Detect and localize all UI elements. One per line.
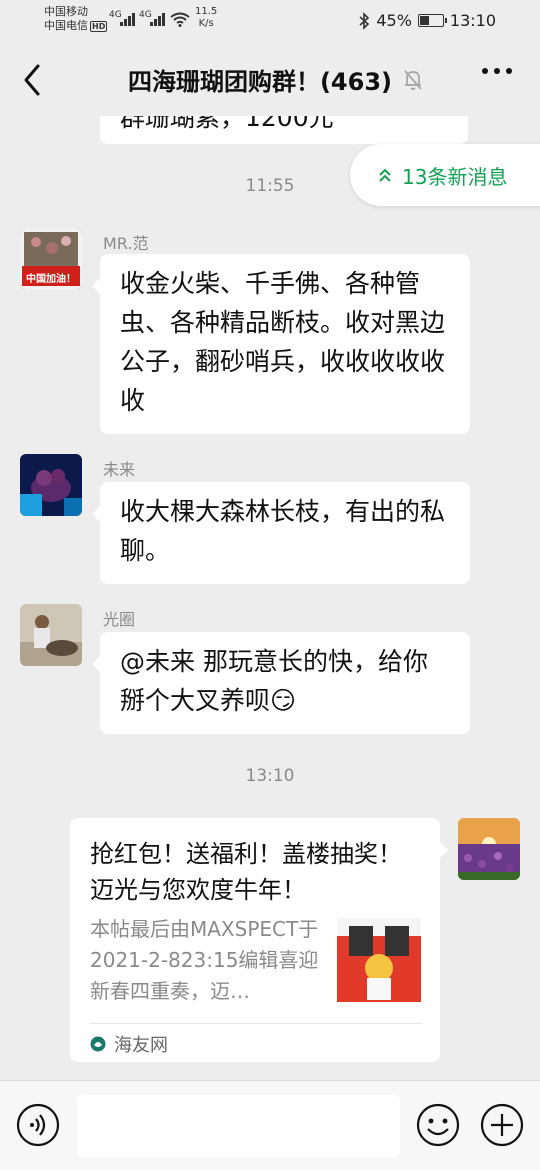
- new-messages-button[interactable]: 13条新消息: [350, 144, 540, 206]
- card-source-label: 海友网: [114, 1035, 168, 1056]
- chat-area[interactable]: 群珊瑚素，1200元 13条新消息 11:55 中国加油！ MR.范 收金火柴、…: [0, 116, 540, 1080]
- bluetooth-icon: [359, 11, 370, 30]
- battery-icon: [417, 14, 447, 27]
- avatar-image: [20, 604, 82, 666]
- signal-icon-2: [150, 12, 165, 26]
- new-messages-label: 13条新消息: [402, 164, 508, 189]
- status-bar: 中国移动 中国电信 HD 4G 4G 11.5 K/s 45% 13:10: [0, 0, 540, 44]
- avatar[interactable]: 中国加油！: [20, 228, 82, 290]
- card-title: 抢红包！送福利！盖楼抽奖！迈光与您欢度牛年！: [90, 840, 402, 904]
- hd-badge: HD: [90, 21, 108, 32]
- more-icon[interactable]: [482, 68, 512, 74]
- mute-bell-icon: [404, 70, 422, 90]
- carrier-2: 中国电信: [44, 19, 88, 32]
- double-chevron-up-icon: [379, 168, 391, 182]
- wifi-icon: [170, 12, 190, 27]
- timestamp: 13:10: [245, 766, 295, 786]
- sender-name: 未来: [103, 460, 136, 479]
- battery-percent: 45%: [376, 11, 412, 30]
- signal-icon: [120, 12, 135, 26]
- carrier-1: 中国移动: [44, 5, 88, 18]
- card-thumbnail: [337, 918, 421, 1002]
- avatar[interactable]: [20, 454, 82, 516]
- avatar-image: [20, 454, 82, 516]
- card-description: 本帖最后由MAXSPECT于2021-2-823:15编辑喜迎新春四重奏，迈…: [90, 917, 319, 1003]
- message-text: 收金火柴、千手佛、各种管虫、各种精品断枝。收对黑边公子，翻砂哨兵，收收收收收收: [120, 269, 446, 415]
- status-right: 45% 13:10: [358, 11, 496, 30]
- message-bubble[interactable]: 收大棵大森林长枝，有出的私聊。: [92, 482, 470, 584]
- message-bubble[interactable]: @未来 那玩意长的快，给你掰个大叉养呗😏: [92, 632, 470, 734]
- avatar-image: [458, 818, 520, 880]
- card-divider: [90, 1023, 422, 1024]
- avatar-caption: 中国加油！: [26, 274, 76, 285]
- title-bar: 四海珊瑚团购群！(463): [0, 44, 540, 116]
- smirk-emoji: 😏: [270, 686, 297, 715]
- emoji-icon[interactable]: [416, 1103, 460, 1147]
- message-text: 群珊瑚素，1200元: [120, 116, 334, 132]
- message-bubble[interactable]: 收金火柴、千手佛、各种管虫、各种精品断枝。收对黑边公子，翻砂哨兵，收收收收收收: [92, 254, 470, 434]
- sender-name: MR.范: [103, 234, 149, 253]
- voice-icon[interactable]: [16, 1103, 60, 1147]
- plus-icon[interactable]: [480, 1103, 524, 1147]
- card-source: 海友网: [90, 1031, 168, 1057]
- source-logo-icon: [90, 1036, 106, 1052]
- input-bar: [0, 1080, 540, 1170]
- avatar[interactable]: [458, 818, 520, 880]
- page-title: 四海珊瑚团购群！(463): [127, 68, 393, 96]
- clock: 13:10: [449, 11, 496, 30]
- network-speed: 11.5 K/s: [195, 6, 218, 29]
- avatar[interactable]: [20, 604, 82, 666]
- card-thumbnail-image: [337, 918, 421, 1002]
- link-card[interactable]: 抢红包！送福利！盖楼抽奖！迈光与您欢度牛年！ 本帖最后由MAXSPECT于202…: [70, 818, 448, 1062]
- carrier-info: 中国移动 中国电信 HD: [44, 5, 108, 33]
- message-text: 收大棵大森林长枝，有出的私聊。: [120, 497, 446, 565]
- sender-name: 光圈: [103, 610, 136, 629]
- message-bubble-partial[interactable]: 群珊瑚素，1200元: [100, 116, 468, 144]
- message-input[interactable]: [77, 1095, 400, 1157]
